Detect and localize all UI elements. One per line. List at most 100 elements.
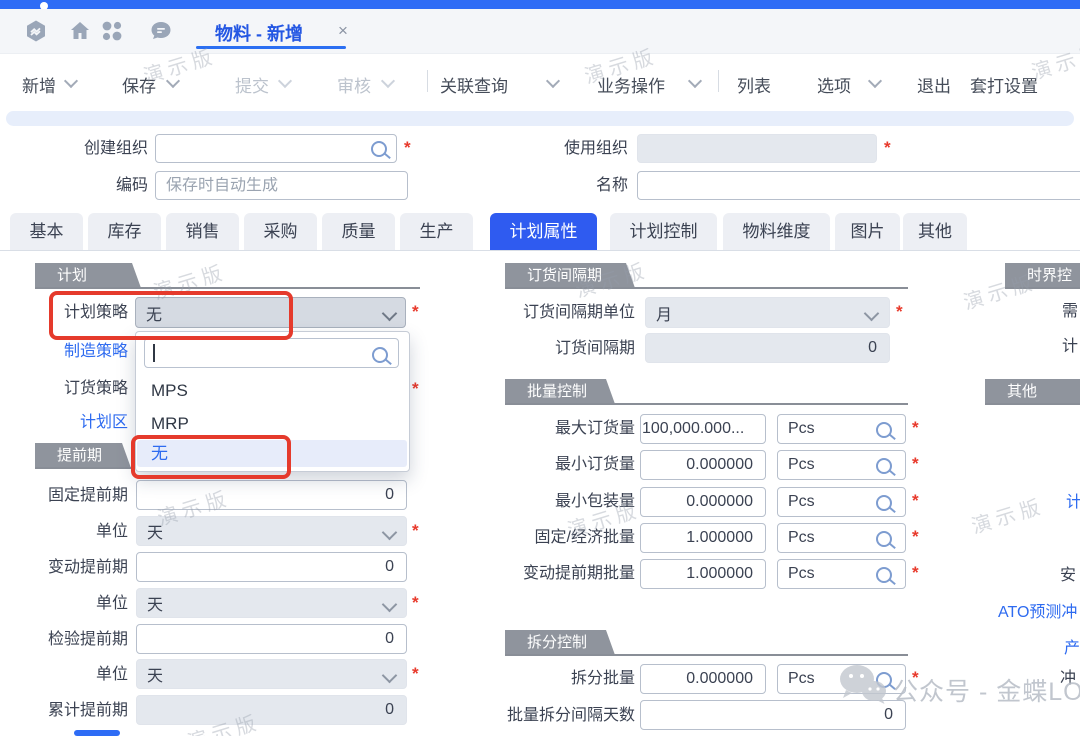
group-rule — [35, 467, 134, 469]
menu-new[interactable]: 新增 — [22, 72, 56, 97]
inspect-leadtime-field[interactable]: 0 — [136, 624, 407, 654]
create-org-input[interactable] — [156, 140, 396, 158]
search-icon[interactable] — [876, 495, 892, 511]
document-tab-title[interactable]: 物料 - 新增 — [215, 20, 303, 46]
min-order-qty-field[interactable]: 0.000000 — [640, 450, 766, 480]
unit-label: 单位 — [40, 593, 128, 615]
variable-leadtime-batch-field[interactable]: 1.000000 — [640, 559, 766, 589]
search-icon[interactable] — [371, 141, 387, 157]
chevron-down-icon[interactable] — [868, 74, 882, 88]
group-rule — [985, 403, 1080, 405]
group-header-plan: 计划 — [35, 263, 141, 288]
tab-purchase[interactable]: 采购 — [244, 213, 317, 250]
variable-leadtime-field[interactable]: 0 — [136, 552, 407, 582]
search-icon[interactable] — [372, 347, 388, 363]
required-marker: * — [412, 665, 419, 683]
annotation-box-plan-strategy — [49, 291, 293, 340]
required-marker: * — [404, 139, 411, 157]
menu-options[interactable]: 选项 — [817, 72, 851, 97]
code-label: 编码 — [60, 175, 148, 197]
tab-plan-attributes[interactable]: 计划属性 — [490, 213, 597, 250]
group-header-time-fence: 时界控 — [1005, 263, 1080, 288]
cumulative-leadtime-label: 累计提前期 — [40, 700, 128, 722]
split-interval-days-label: 批量拆分间隔天数 — [480, 705, 635, 727]
menu-related-query[interactable]: 关联查询 — [440, 72, 508, 97]
chevron-down-icon[interactable] — [381, 74, 395, 88]
tab-material-dimension[interactable]: 物料维度 — [723, 213, 830, 250]
dropdown-search-field[interactable] — [144, 338, 399, 368]
search-icon[interactable] — [876, 531, 892, 547]
chevron-down-icon[interactable] — [688, 74, 702, 88]
required-marker: * — [884, 139, 891, 157]
mfg-strategy-label[interactable]: 制造策略 — [40, 341, 128, 363]
group-rule — [35, 287, 420, 289]
split-batch-field[interactable]: 0.000000 — [640, 664, 766, 694]
dropdown-item-mps[interactable]: MPS — [137, 374, 411, 407]
max-order-qty-field[interactable]: 100,000.000... — [640, 414, 766, 444]
group-header-split-control: 拆分控制 — [505, 630, 615, 655]
menu-print-setup[interactable]: 套打设置 — [970, 72, 1038, 97]
browser-top-strip — [0, 0, 1080, 9]
chevron-down-icon[interactable] — [278, 74, 292, 88]
use-org-field — [637, 134, 877, 163]
menu-audit[interactable]: 审核 — [337, 72, 371, 97]
plan-area-label[interactable]: 计划区 — [40, 412, 128, 434]
tab-production[interactable]: 生产 — [400, 213, 473, 250]
required-marker: * — [912, 419, 919, 437]
tab-close-icon[interactable]: × — [338, 21, 348, 41]
order-interval-field: 0 — [645, 333, 890, 363]
home-icon[interactable] — [68, 19, 92, 43]
menu-list[interactable]: 列表 — [737, 72, 771, 97]
partial-element — [74, 730, 120, 736]
unit-combo: 天 — [136, 659, 407, 689]
group-rule — [1005, 287, 1080, 289]
name-input[interactable] — [638, 177, 1080, 195]
tab-inventory[interactable]: 库存 — [88, 213, 161, 250]
group-rule — [505, 654, 908, 656]
tab-picture[interactable]: 图片 — [835, 213, 900, 250]
group-header-order-interval: 订货间隔期 — [505, 263, 635, 288]
demo-watermark: 演示版 — [967, 490, 1047, 540]
product-label[interactable]: 产 — [1064, 638, 1080, 660]
min-order-qty-label: 最小订货量 — [480, 454, 635, 476]
chevron-down-icon[interactable] — [546, 74, 560, 88]
search-icon[interactable] — [876, 567, 892, 583]
min-pack-qty-field[interactable]: 0.000000 — [640, 487, 766, 517]
apps-grid-icon[interactable] — [100, 19, 124, 43]
required-marker: * — [412, 522, 419, 540]
tab-basic[interactable]: 基本 — [10, 213, 83, 250]
max-order-qty-label: 最大订货量 — [480, 418, 635, 440]
menu-save[interactable]: 保存 — [122, 72, 156, 97]
tab-strip-rule — [0, 250, 1080, 251]
fixed-economic-batch-field[interactable]: 1.000000 — [640, 523, 766, 553]
code-input[interactable] — [156, 177, 407, 195]
tab-other[interactable]: 其他 — [903, 213, 967, 250]
plan-fence-label: 计 — [1062, 336, 1080, 358]
chevron-down-icon[interactable] — [64, 74, 78, 88]
fixed-economic-batch-label: 固定/经济批量 — [480, 527, 635, 549]
name-field[interactable] — [637, 171, 1080, 200]
annotation-box-none-option — [131, 435, 291, 479]
message-bubble-icon[interactable] — [149, 19, 173, 43]
sync-icon[interactable] — [24, 19, 48, 43]
ato-forecast-label[interactable]: ATO预测冲 — [998, 602, 1080, 624]
fixed-leadtime-label: 固定提前期 — [40, 485, 128, 507]
code-field[interactable] — [155, 171, 408, 200]
search-icon[interactable] — [876, 458, 892, 474]
create-org-label: 创建组织 — [60, 138, 148, 160]
menu-submit[interactable]: 提交 — [235, 72, 269, 97]
tab-quality[interactable]: 质量 — [322, 213, 395, 250]
tab-plan-control[interactable]: 计划控制 — [610, 213, 717, 250]
menu-exit[interactable]: 退出 — [917, 72, 951, 97]
menu-business-op[interactable]: 业务操作 — [597, 72, 665, 97]
search-icon[interactable] — [876, 422, 892, 438]
demand-fence-label: 需 — [1062, 301, 1080, 323]
variable-leadtime-label: 变动提前期 — [40, 557, 128, 579]
create-org-field[interactable] — [155, 134, 397, 163]
order-strategy-label: 订货策略 — [40, 378, 128, 400]
planner-label[interactable]: 计 — [1066, 492, 1080, 514]
fixed-leadtime-field[interactable]: 0 — [136, 480, 407, 510]
tab-sales[interactable]: 销售 — [166, 213, 239, 250]
chevron-down-icon[interactable] — [166, 74, 180, 88]
use-org-label: 使用组织 — [540, 138, 628, 160]
